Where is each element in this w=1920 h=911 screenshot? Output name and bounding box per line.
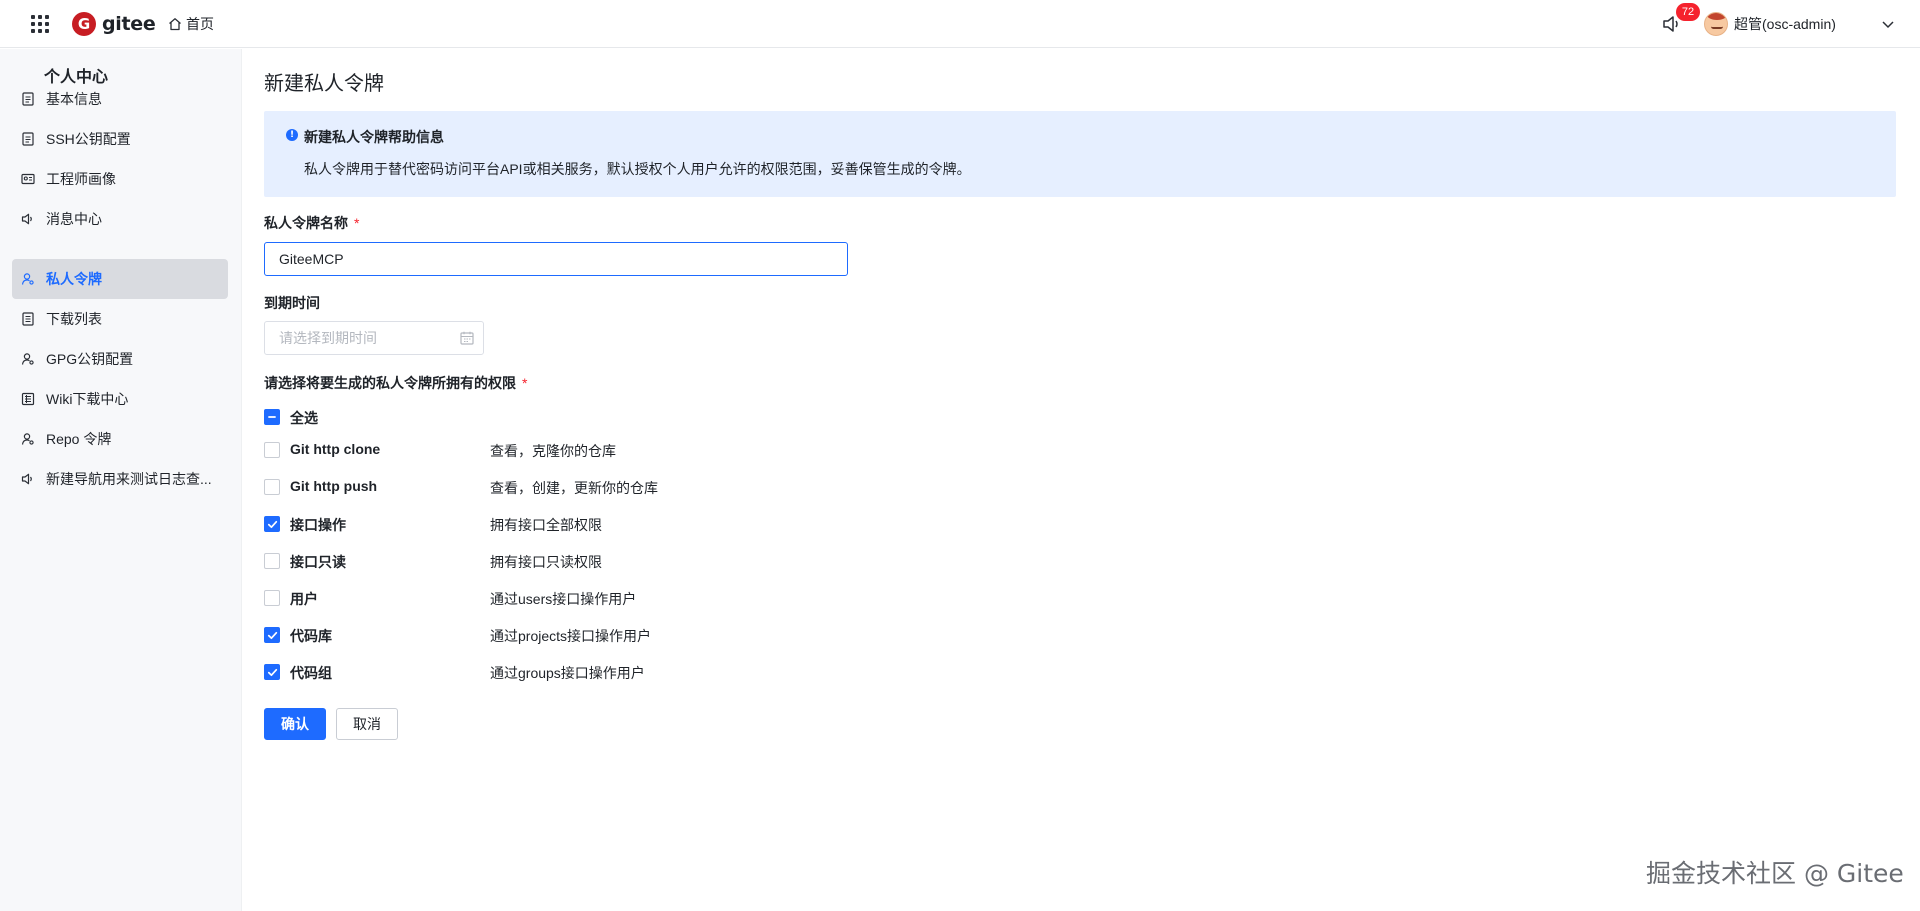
permission-row: Git http push 查看，创建，更新你的仓库 (264, 477, 964, 497)
sidebar-item-repo-token[interactable]: Repo 令牌 (12, 419, 228, 459)
grid-doc-icon (20, 391, 36, 407)
permission-checkbox-api-readonly[interactable] (264, 553, 280, 569)
permission-description: 查看，创建，更新你的仓库 (490, 480, 658, 496)
sidebar-item-label: 工程师画像 (46, 171, 116, 187)
page-title: 新建私人令牌 (264, 73, 384, 95)
expire-label: 到期时间 (264, 295, 320, 311)
sidebar-item-test-nav[interactable]: 新建导航用来测试日志查... (12, 459, 228, 499)
watermark: 掘金技术社区 @ Gitee (1646, 859, 1904, 888)
user-key-icon (20, 351, 36, 367)
gitee-logo-icon: G (72, 12, 96, 36)
sidebar-item-label: 下载列表 (46, 311, 102, 327)
sidebar-item-messages[interactable]: 消息中心 (12, 199, 228, 239)
info-icon: ! (286, 129, 298, 141)
permission-checkbox-git-http-clone[interactable] (264, 442, 280, 458)
top-bar: G gitee 首页 72 超管(osc-admin) (0, 0, 1920, 48)
notification-badge: 72 (1676, 3, 1700, 21)
info-box: ! 新建私人令牌帮助信息 私人令牌用于替代密码访问平台API或相关服务，默认授权… (264, 111, 1896, 197)
select-all-row: 全选 (264, 407, 864, 427)
permission-row: 接口操作 拥有接口全部权限 (264, 514, 964, 534)
token-name-label-text: 私人令牌名称 (264, 215, 348, 231)
select-all-checkbox[interactable] (264, 409, 280, 425)
token-name-input[interactable] (264, 242, 848, 276)
required-mark: * (354, 215, 360, 231)
permission-name: 代码库 (290, 628, 332, 644)
doc-icon (20, 91, 36, 107)
sidebar-item-label: Wiki下载中心 (46, 391, 129, 407)
permission-name: 用户 (290, 591, 318, 607)
sidebar-item-label: Repo 令牌 (46, 431, 112, 447)
permission-name: 代码组 (290, 665, 332, 681)
chevron-down-icon[interactable] (1880, 16, 1896, 32)
user-name: 超管(osc-admin) (1734, 16, 1836, 32)
permission-description: 通过projects接口操作用户 (490, 628, 652, 644)
permission-row: 接口只读 拥有接口只读权限 (264, 551, 964, 571)
sidebar-item-downloads[interactable]: 下载列表 (12, 299, 228, 339)
confirm-button[interactable]: 确认 (264, 708, 326, 740)
required-mark: * (522, 375, 528, 391)
permission-name: 接口操作 (290, 517, 346, 533)
permission-row: Git http clone 查看，克隆你的仓库 (264, 440, 964, 460)
sidebar-item-ssh-keys[interactable]: SSH公钥配置 (12, 119, 228, 159)
sidebar-item-wiki-downloads[interactable]: Wiki下载中心 (12, 379, 228, 419)
info-title: 新建私人令牌帮助信息 (304, 129, 444, 145)
info-description: 私人令牌用于替代密码访问平台API或相关服务，默认授权个人用户允许的权限范围，妥… (304, 161, 971, 177)
speaker-icon (20, 471, 36, 487)
permissions-label: 请选择将要生成的私人令牌所拥有的权限 * (264, 373, 527, 393)
permission-checkbox-users[interactable] (264, 590, 280, 606)
sidebar-item-label: 私人令牌 (46, 271, 102, 287)
list-icon (20, 311, 36, 327)
permission-description: 通过groups接口操作用户 (490, 665, 645, 681)
sidebar-item-private-token[interactable]: 私人令牌 (12, 259, 228, 299)
permission-row: 用户 通过users接口操作用户 (264, 588, 964, 608)
permission-name: Git http push (290, 478, 378, 494)
sidebar-item-basic-info[interactable]: 基本信息 (12, 79, 228, 119)
permission-description: 拥有接口全部权限 (490, 517, 602, 533)
permission-checkbox-groups[interactable] (264, 664, 280, 680)
apps-grid-icon[interactable] (31, 15, 49, 33)
sidebar-item-label: SSH公钥配置 (46, 131, 131, 147)
permission-checkbox-api-operation[interactable] (264, 516, 280, 532)
select-all-label: 全选 (290, 410, 318, 426)
home-label: 首页 (186, 16, 214, 32)
id-card-icon (20, 171, 36, 187)
sidebar: 个人中心 基本信息 SSH公钥配置 工程师画像 消息中心 私人令牌 下载列表 G… (0, 49, 242, 911)
avatar (1704, 12, 1728, 36)
cancel-button[interactable]: 取消 (336, 708, 398, 740)
expire-date-input[interactable] (264, 321, 484, 355)
permission-name: 接口只读 (290, 554, 346, 570)
permissions-label-text: 请选择将要生成的私人令牌所拥有的权限 (264, 375, 516, 391)
sidebar-item-label: GPG公钥配置 (46, 351, 134, 367)
sidebar-item-label: 基本信息 (46, 91, 102, 107)
doc-icon (20, 131, 36, 147)
user-key-icon (20, 271, 36, 287)
user-key-icon (20, 431, 36, 447)
sidebar-item-label: 消息中心 (46, 211, 102, 227)
speaker-icon (20, 211, 36, 227)
sidebar-item-label: 新建导航用来测试日志查... (46, 471, 212, 487)
permission-checkbox-git-http-push[interactable] (264, 479, 280, 495)
sidebar-item-engineer-profile[interactable]: 工程师画像 (12, 159, 228, 199)
home-link[interactable]: 首页 (168, 14, 214, 34)
permission-description: 查看，克隆你的仓库 (490, 443, 616, 459)
permission-name: Git http clone (290, 441, 381, 457)
logo-text: gitee (102, 13, 156, 35)
token-name-label: 私人令牌名称 * (264, 213, 359, 233)
gitee-logo[interactable]: G gitee (72, 12, 156, 36)
user-menu[interactable]: 超管(osc-admin) (1704, 12, 1836, 36)
permission-description: 拥有接口只读权限 (490, 554, 602, 570)
home-icon (168, 17, 182, 31)
sidebar-item-gpg-keys[interactable]: GPG公钥配置 (12, 339, 228, 379)
calendar-icon[interactable] (459, 330, 475, 346)
permission-checkbox-projects[interactable] (264, 627, 280, 643)
permission-description: 通过users接口操作用户 (490, 591, 637, 607)
permission-row: 代码库 通过projects接口操作用户 (264, 625, 964, 645)
permission-row: 代码组 通过groups接口操作用户 (264, 662, 964, 682)
